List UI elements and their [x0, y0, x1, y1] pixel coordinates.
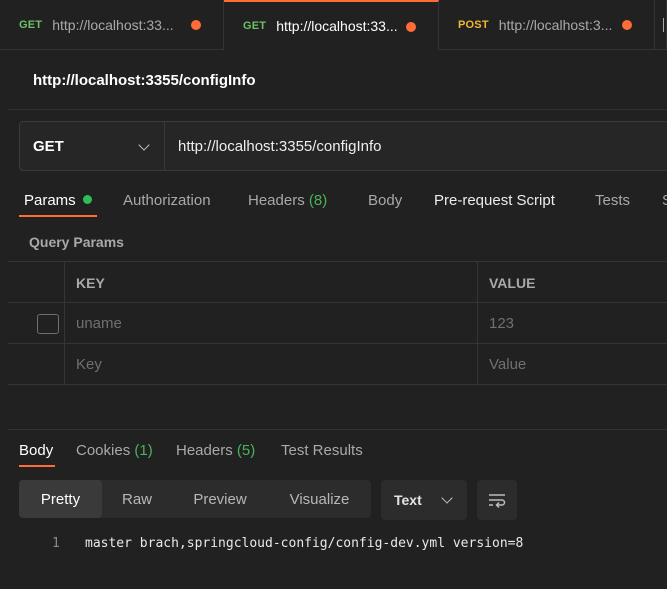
chevron-down-icon	[441, 492, 453, 504]
tab-params-label: Params	[24, 192, 76, 209]
request-tab-strip: GET http://localhost:33... GET http://lo…	[0, 0, 667, 50]
tab-url: http://localhost:33...	[276, 18, 398, 34]
wrap-lines-icon	[489, 494, 506, 509]
tab-method: GET	[19, 19, 43, 31]
response-body-line[interactable]: 1 master brach,springcloud-config/config…	[0, 534, 667, 554]
format-select-value: Text	[394, 492, 422, 508]
column-divider	[477, 262, 478, 302]
url-bar: GET	[19, 121, 667, 171]
request-tab-1[interactable]: GET http://localhost:33...	[0, 0, 224, 50]
query-params-table: KEY VALUE uname 123 Key Value	[8, 261, 667, 385]
url-input[interactable]	[165, 122, 667, 170]
response-tab-test-results[interactable]: Test Results	[281, 442, 363, 459]
tab-settings-partial[interactable]: S	[662, 192, 667, 209]
tab-headers[interactable]: Headers (8)	[248, 192, 327, 209]
value-column-header: VALUE	[489, 275, 536, 291]
request-title[interactable]: http://localhost:3355/configInfo	[33, 72, 256, 89]
visualize-button[interactable]: Visualize	[268, 480, 371, 518]
table-row-new: Key Value	[8, 344, 667, 385]
response-tab-headers-count: (5)	[236, 442, 256, 459]
response-tab-cookies-label: Cookies	[76, 442, 131, 459]
view-mode-segmented-control: Pretty Raw Preview Visualize	[19, 480, 371, 518]
column-divider	[64, 303, 65, 343]
format-select[interactable]: Text	[381, 480, 467, 520]
param-key-cell[interactable]: uname	[76, 315, 122, 332]
tab-headers-count: (8)	[308, 192, 328, 209]
response-body-text[interactable]: master brach,springcloud-config/config-d…	[85, 536, 523, 551]
response-tab-headers[interactable]: Headers (5)	[176, 442, 255, 459]
tab-method: GET	[243, 20, 267, 32]
key-column-header: KEY	[76, 275, 105, 291]
preview-button[interactable]: Preview	[172, 480, 268, 518]
column-divider	[64, 262, 65, 302]
new-key-input[interactable]: Key	[76, 356, 102, 373]
response-divider[interactable]	[8, 429, 667, 430]
tab-headers-label: Headers	[248, 192, 305, 209]
tab-method: POST	[458, 19, 489, 31]
table-header-row: KEY VALUE	[8, 262, 667, 303]
active-tab-underline	[19, 215, 97, 217]
response-tab-body[interactable]: Body	[19, 442, 53, 459]
tab-body[interactable]: Body	[368, 192, 402, 209]
param-value-cell[interactable]: 123	[489, 315, 514, 332]
param-enabled-checkbox[interactable]	[37, 314, 59, 334]
raw-button[interactable]: Raw	[102, 480, 172, 518]
unsaved-dot-icon	[191, 20, 201, 30]
tab-tests[interactable]: Tests	[595, 192, 630, 209]
column-divider	[477, 344, 478, 384]
column-divider	[64, 344, 65, 384]
request-tabs: Params Authorization Headers (8) Body Pr…	[0, 186, 667, 218]
request-tab-2[interactable]: GET http://localhost:33...	[224, 0, 439, 50]
response-tab-cookies-count: (1)	[134, 442, 153, 459]
active-response-tab-underline	[19, 465, 55, 467]
divider	[8, 109, 667, 110]
request-tab-3[interactable]: POST http://localhost:3...	[439, 0, 655, 50]
unsaved-dot-icon	[622, 20, 632, 30]
tab-url: http://localhost:33...	[52, 17, 174, 33]
query-params-label: Query Params	[29, 234, 124, 250]
pretty-button[interactable]: Pretty	[19, 480, 102, 518]
wrap-lines-button[interactable]	[477, 480, 517, 520]
response-tab-headers-label: Headers	[176, 442, 233, 459]
tab-params[interactable]: Params	[24, 192, 92, 209]
chevron-down-icon	[138, 139, 150, 151]
line-number: 1	[52, 536, 60, 551]
tab-divider	[663, 18, 664, 32]
method-select-value: GET	[33, 137, 64, 155]
unsaved-dot-icon	[406, 22, 416, 32]
response-tabs: Body Cookies (1) Headers (5) Test Result…	[0, 440, 667, 472]
tab-url: http://localhost:3...	[498, 17, 613, 33]
response-tab-cookies[interactable]: Cookies (1)	[76, 442, 153, 459]
table-row: uname 123	[8, 303, 667, 344]
tab-authorization[interactable]: Authorization	[123, 192, 211, 209]
new-value-input[interactable]: Value	[489, 356, 526, 373]
request-tab-4-partial[interactable]	[655, 0, 667, 50]
column-divider	[477, 303, 478, 343]
active-params-dot-icon	[82, 195, 92, 204]
method-select[interactable]: GET	[20, 122, 165, 170]
tab-pre-request-script[interactable]: Pre-request Script	[434, 192, 555, 209]
